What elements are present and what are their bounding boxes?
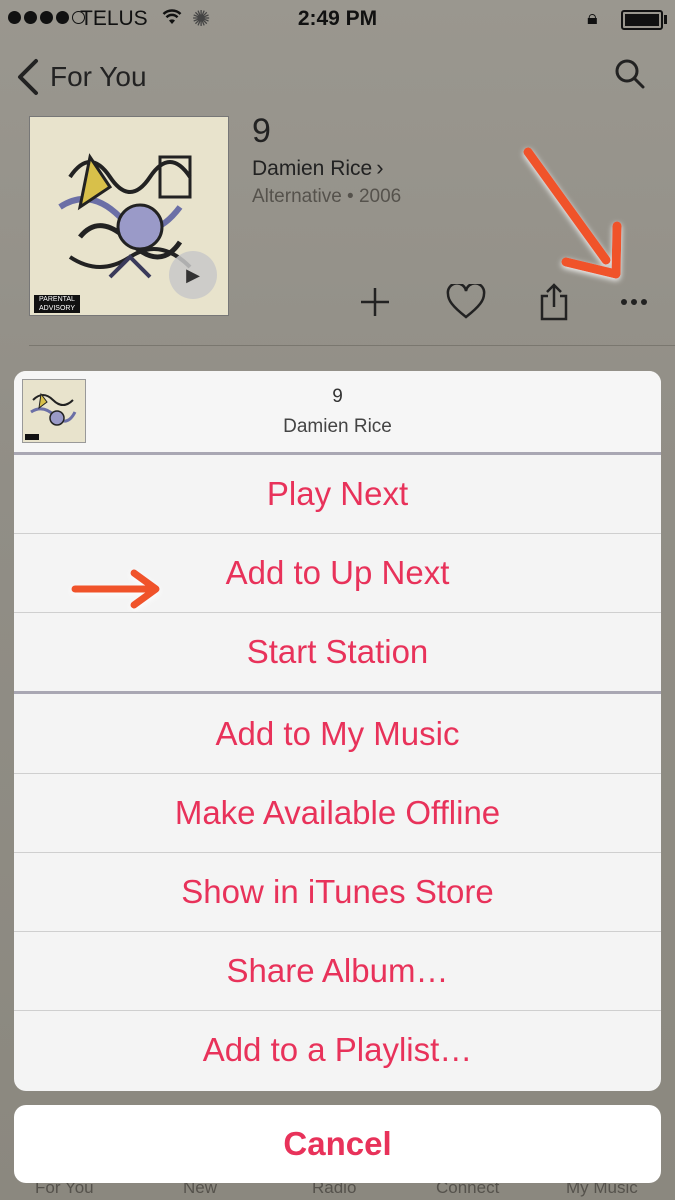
add-to-my-music-button[interactable]: Add to My Music [14, 695, 661, 773]
sheet-artist-name: Damien Rice [283, 416, 392, 437]
share-icon[interactable] [534, 280, 574, 324]
divider [14, 691, 661, 694]
play-next-button[interactable]: Play Next [14, 455, 661, 533]
album-genre-year: Alternative • 2006 [252, 186, 402, 207]
add-to-up-next-button[interactable]: Add to Up Next [14, 534, 661, 612]
start-station-button[interactable]: Start Station [14, 613, 661, 691]
album-artist-label: Damien Rice [252, 157, 373, 180]
status-bar: TELUS ✺ 2:49 PM 🔒︎ [0, 0, 675, 38]
sheet-album-title: 9 [332, 386, 343, 407]
action-sheet-header: 9 Damien Rice [14, 371, 661, 453]
make-available-offline-button[interactable]: Make Available Offline [14, 774, 661, 852]
back-button[interactable]: For You [50, 61, 147, 93]
status-time: 2:49 PM [297, 7, 378, 30]
chevron-right-icon: › [376, 155, 384, 180]
back-chevron-icon[interactable] [14, 57, 44, 97]
album-title: 9 [252, 112, 271, 150]
add-icon[interactable] [355, 280, 395, 324]
action-sheet: 9 Damien Rice Play Next Add to Up Next S… [14, 371, 661, 1091]
heart-icon[interactable] [444, 280, 488, 324]
navigation-bar: For You [0, 52, 675, 102]
battery-tip [664, 15, 667, 24]
divider [29, 345, 675, 346]
show-in-itunes-store-button[interactable]: Show in iTunes Store [14, 853, 661, 931]
more-options-icon[interactable] [614, 280, 654, 324]
cancel-button[interactable]: Cancel [14, 1105, 661, 1183]
add-to-playlist-button[interactable]: Add to a Playlist… [14, 1011, 661, 1089]
rotation-lock-icon: 🔒︎ [587, 7, 598, 29]
album-artist-link[interactable]: Damien Rice › [252, 155, 384, 181]
battery-icon [621, 10, 663, 30]
album-actions-row [0, 280, 675, 324]
search-icon[interactable] [612, 56, 648, 92]
share-album-button[interactable]: Share Album… [14, 932, 661, 1010]
